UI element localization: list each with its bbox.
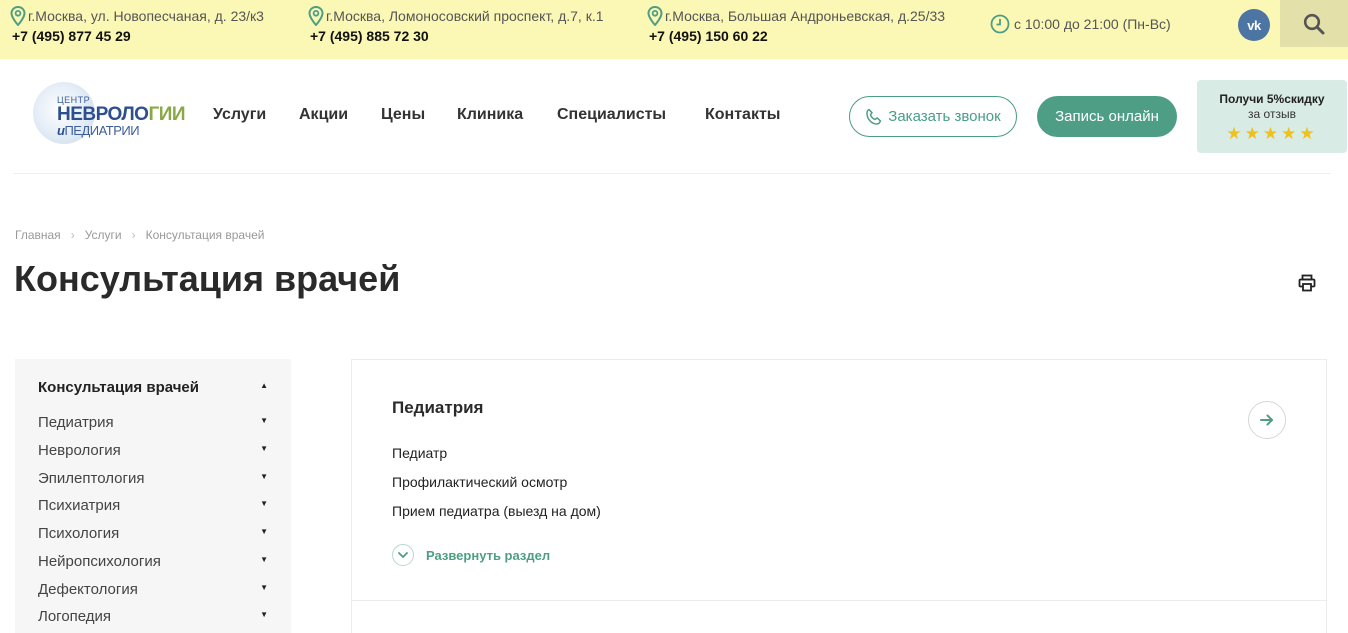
breadcrumb: Главная › Услуги › Консультация врачей [15,228,264,242]
sidebar-item-label: Неврология [38,442,121,459]
nav-item-promotions[interactable]: Акции [299,106,348,124]
sidebar-item-speech-therapy[interactable]: Логопедия ▼ [38,608,268,625]
service-link[interactable]: Педиатр [392,445,447,461]
breadcrumb-services[interactable]: Услуги [85,228,122,242]
location-pin-icon [647,6,663,26]
logo-sub-word: ПЕДИАТРИИ [64,123,140,138]
sidebar-item-label: Дефектология [38,581,138,598]
nav-item-contacts[interactable]: Контакты [705,106,780,124]
promo-subtitle: за отзыв [1248,107,1296,121]
caret-up-icon: ▲ [260,381,268,390]
service-link[interactable]: Профилактический осмотр [392,474,567,490]
nav-item-specialists[interactable]: Специалисты [557,106,666,124]
sidebar: Консультация врачей ▲ Педиатрия ▼ Невролог… [15,359,291,633]
review-discount-promo[interactable]: Получи 5%скидку за отзыв ★★★★★ [1197,80,1347,153]
promo-title: Получи 5%скидку [1219,92,1325,106]
section-open-button[interactable] [1248,401,1286,439]
sidebar-item-label: Эпилептология [38,470,145,487]
caret-down-icon: ▼ [260,444,268,453]
search-button[interactable] [1280,0,1348,47]
address-block-2: г.Москва, Ломоносовский проспект, д.7, к… [308,6,604,44]
expand-section-button[interactable]: Развернуть раздел [392,544,550,566]
next-section-card [351,600,1327,633]
sidebar-heading[interactable]: Консультация врачей ▲ [38,379,268,396]
nav-item-services[interactable]: Услуги [213,106,266,124]
address-text: г.Москва, ул. Новопесчаная, д. 23/к3 [28,8,264,24]
service-link[interactable]: Прием педиатра (выезд на дом) [392,503,601,519]
sidebar-item-neuropsychology[interactable]: Нейропсихология ▼ [38,553,268,570]
phone-link[interactable]: +7 (495) 877 45 29 [12,28,264,44]
location-pin-icon [308,6,324,26]
sidebar-item-pediatrics[interactable]: Педиатрия ▼ [38,414,268,431]
breadcrumb-home[interactable]: Главная [15,228,61,242]
logo-main-part2: ГИИ [148,104,186,125]
address-text: г.Москва, Ломоносовский проспект, д.7, к… [326,8,604,24]
breadcrumb-current: Консультация врачей [145,228,265,242]
clock-icon [990,14,1010,34]
phone-link[interactable]: +7 (495) 150 60 22 [649,28,945,44]
sidebar-item-label: Педиатрия [38,414,114,431]
sidebar-item-psychology[interactable]: Психология ▼ [38,525,268,542]
top-bar: г.Москва, ул. Новопесчаная, д. 23/к3 +7 … [0,0,1348,59]
section-title[interactable]: Педиатрия [392,398,483,418]
sidebar-heading-label: Консультация врачей [38,379,199,396]
address-text: г.Москва, Большая Андроньевская, д.25/33 [665,8,946,24]
nav-item-clinic[interactable]: Клиника [457,106,523,124]
sidebar-item-label: Психология [38,525,120,542]
search-icon [1303,13,1325,34]
caret-down-icon: ▼ [260,583,268,592]
print-icon[interactable] [1298,274,1316,292]
service-section-card: Педиатрия Педиатр Профилактический осмот… [351,359,1327,601]
sidebar-item-label: Психиатрия [38,497,121,514]
order-call-button[interactable]: Заказать звонок [849,96,1017,137]
nav-item-prices[interactable]: Цены [381,106,425,124]
online-booking-label: Запись онлайн [1055,108,1159,125]
caret-down-icon: ▼ [260,555,268,564]
logo-sub-text: иПЕДИАТРИИ [57,123,140,138]
sidebar-item-neurology[interactable]: Неврология ▼ [38,442,268,459]
working-hours: с 10:00 до 21:00 (Пн-Вс) [990,14,1171,34]
sidebar-item-psychiatry[interactable]: Психиатрия ▼ [38,497,268,514]
chevron-down-icon [392,544,414,566]
sidebar-item-epileptology[interactable]: Эпилептология ▼ [38,470,268,487]
online-booking-button[interactable]: Запись онлайн [1037,96,1177,137]
address-block-3: г.Москва, Большая Андроньевская, д.25/33… [647,6,945,44]
logo-main-part1: НЕВРОЛО [57,104,149,125]
header-divider [13,173,1331,174]
clinic-logo[interactable]: ЦЕНТР НЕВРОЛОГИИ иПЕДИАТРИИ [33,80,186,150]
caret-down-icon: ▼ [260,499,268,508]
caret-down-icon: ▼ [260,472,268,481]
vk-label: vk [1247,17,1261,33]
chevron-right-icon: › [70,228,75,242]
vk-icon[interactable]: vk [1238,9,1270,41]
hours-text: с 10:00 до 21:00 (Пн-Вс) [1014,16,1171,32]
expand-section-label: Развернуть раздел [426,547,551,563]
page-title: Консультация врачей [14,258,401,299]
promo-stars: ★★★★★ [1226,124,1318,143]
sidebar-item-defectology[interactable]: Дефектология ▼ [38,581,268,598]
address-block-1: г.Москва, ул. Новопесчаная, д. 23/к3 +7 … [10,6,264,44]
sidebar-item-label: Нейропсихология [38,553,161,570]
order-call-label: Заказать звонок [888,108,1001,125]
caret-down-icon: ▼ [260,416,268,425]
caret-down-icon: ▼ [260,610,268,619]
caret-down-icon: ▼ [260,527,268,536]
phone-icon [866,108,882,125]
location-pin-icon [10,6,26,26]
arrow-right-icon [1260,414,1273,426]
chevron-right-icon: › [131,228,136,242]
sidebar-item-label: Логопедия [38,608,112,625]
phone-link[interactable]: +7 (495) 885 72 30 [310,28,604,44]
